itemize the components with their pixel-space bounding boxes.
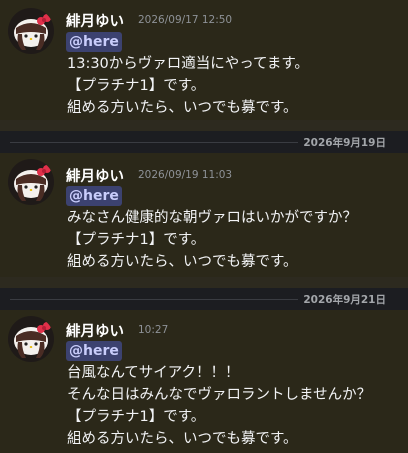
divider-rule xyxy=(10,142,298,143)
message-timestamp: 2026/09/17 12:50 xyxy=(138,14,233,26)
divider-date: 2026年9月21日 xyxy=(303,294,386,306)
author-name[interactable]: 緋月ゆい xyxy=(66,320,124,341)
avatar[interactable] xyxy=(8,159,54,205)
message-line: 組める方いたら、いつでも募です。 xyxy=(67,431,298,447)
hello-kitty-avatar-icon xyxy=(8,8,54,54)
message-line: 台風なんてサイアク！！！ xyxy=(67,365,240,381)
message-line: 【プラチナ1】です。 xyxy=(67,232,206,248)
divider-date: 2026年9月19日 xyxy=(303,137,386,149)
hello-kitty-avatar-icon xyxy=(8,159,54,205)
message-line: 組める方いたら、いつでも募です。 xyxy=(67,100,298,116)
author-name[interactable]: 緋月ゆい xyxy=(66,10,124,31)
message: 緋月ゆい 10:27 @here 台風なんてサイアク！！！ そんな日はみんなでヴ… xyxy=(0,310,408,453)
author-name[interactable]: 緋月ゆい xyxy=(66,165,124,186)
avatar[interactable] xyxy=(8,316,54,362)
message-line: 13:30からヴァロ適当にやってます。 xyxy=(67,56,309,72)
avatar[interactable] xyxy=(8,8,54,54)
divider-rule xyxy=(10,299,298,300)
hello-kitty-avatar-icon xyxy=(8,316,54,362)
message-line: 【プラチナ1】です。 xyxy=(67,409,206,425)
chat-log: 緋月ゆい 2026/09/17 12:50 @here 13:30からヴァロ適当… xyxy=(0,0,408,453)
date-divider: 2026年9月21日 xyxy=(0,288,408,310)
here-mention[interactable]: @here xyxy=(66,32,122,52)
here-mention[interactable]: @here xyxy=(66,186,122,206)
message-line: そんな日はみんなでヴァロラントしませんか？ xyxy=(67,387,372,403)
date-divider: 2026年9月19日 xyxy=(0,131,408,153)
message-line: みなさん健康的な朝ヴァロはいかがですか？ xyxy=(67,210,357,226)
message: 緋月ゆい 2026/09/17 12:50 @here 13:30からヴァロ適当… xyxy=(0,0,408,120)
message-line: 【プラチナ1】です。 xyxy=(67,78,206,94)
message-timestamp: 10:27 xyxy=(138,324,169,336)
message: 緋月ゆい 2026/09/19 11:03 @here みなさん健康的な朝ヴァロ… xyxy=(0,153,408,277)
message-timestamp: 2026/09/19 11:03 xyxy=(138,169,233,181)
message-line: 組める方いたら、いつでも募です。 xyxy=(67,254,298,270)
here-mention[interactable]: @here xyxy=(66,341,122,361)
